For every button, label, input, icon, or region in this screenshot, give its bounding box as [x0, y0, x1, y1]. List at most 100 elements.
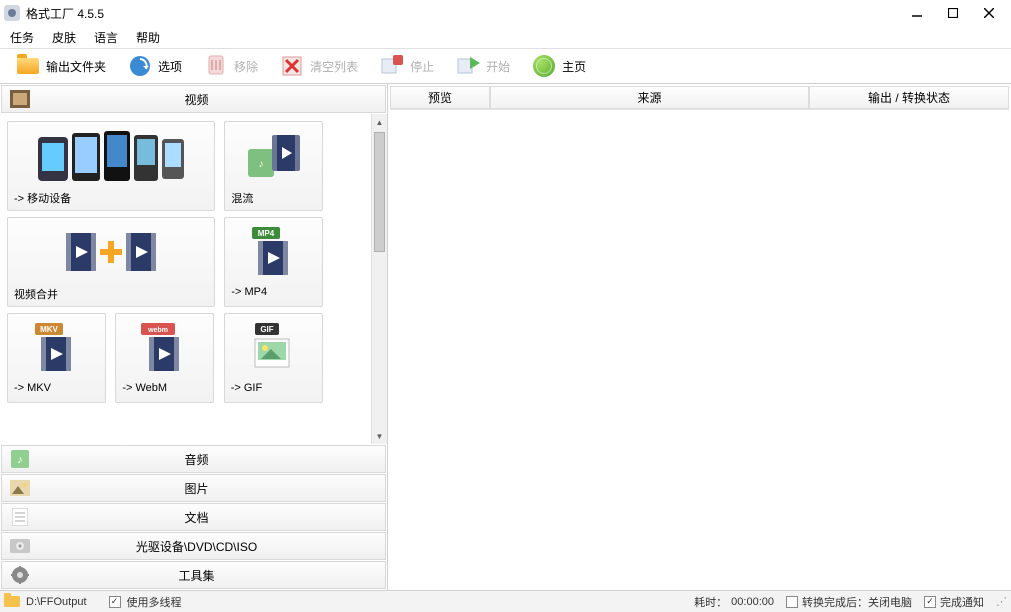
task-list-header: 预览 来源 输出 / 转换状态 — [390, 86, 1009, 110]
tile-mobile-device[interactable]: -> 移动设备 — [7, 121, 215, 211]
optical-category-icon — [8, 534, 32, 558]
options-button[interactable]: 选项 — [120, 52, 190, 80]
output-folder-label: 输出文件夹 — [46, 58, 106, 75]
minimize-button[interactable] — [905, 3, 929, 23]
menu-skin[interactable]: 皮肤 — [52, 29, 76, 46]
col-preview[interactable]: 预览 — [390, 86, 490, 109]
main-area: 视频 -> 移动设备 — [0, 84, 1011, 590]
scroll-down-icon: ▼ — [372, 428, 387, 444]
image-category-icon — [8, 476, 32, 500]
stop-icon — [380, 54, 404, 78]
status-folder-icon[interactable] — [4, 593, 20, 610]
tile-webm-label: -> WebM — [122, 382, 207, 394]
resize-grip[interactable]: ⋰ — [996, 595, 1007, 608]
video-grid: -> 移动设备 ♪ 混流 — [0, 114, 387, 444]
category-document-header[interactable]: 文档 — [1, 503, 386, 531]
maximize-button[interactable] — [941, 3, 965, 23]
home-label: 主页 — [562, 58, 586, 75]
home-button[interactable]: 主页 — [524, 52, 594, 80]
stop-label: 停止 — [410, 58, 434, 75]
start-label: 开始 — [486, 58, 510, 75]
document-category-icon — [8, 505, 32, 529]
finish-notify-label: 完成通知 — [940, 594, 984, 610]
statusbar: D:\FFOutput 使用多线程 耗时： 00:00:00 转换完成后：关闭电… — [0, 590, 1011, 612]
start-icon — [456, 54, 480, 78]
category-optical-header[interactable]: 光驱设备\DVD\CD\ISO — [1, 532, 386, 560]
gif-icon: GIF — [231, 318, 316, 378]
category-video-header[interactable]: 视频 — [1, 85, 386, 113]
category-video-label: 视频 — [38, 91, 385, 108]
close-button[interactable] — [977, 3, 1001, 23]
menu-language[interactable]: 语言 — [94, 29, 118, 46]
mkv-icon: MKV — [14, 318, 99, 378]
category-audio-label: 音频 — [38, 451, 385, 468]
start-button[interactable]: 开始 — [448, 52, 518, 80]
category-audio-header[interactable]: ♪ 音频 — [1, 445, 386, 473]
folder-icon — [16, 54, 40, 78]
multithread-checkbox[interactable] — [109, 596, 121, 608]
left-panel: 视频 -> 移动设备 — [0, 84, 388, 590]
tile-mobile-label: -> 移动设备 — [14, 190, 208, 206]
audio-category-icon: ♪ — [8, 447, 32, 471]
svg-text:MKV: MKV — [40, 325, 58, 334]
category-toolbox-header[interactable]: 工具集 — [1, 561, 386, 589]
tile-webm[interactable]: webm -> WebM — [115, 313, 214, 403]
window-title: 格式工厂 4.5.5 — [26, 5, 905, 22]
shutdown-checkbox[interactable] — [786, 596, 798, 608]
video-category-icon — [8, 87, 32, 111]
category-image-header[interactable]: 图片 — [1, 474, 386, 502]
tile-mkv-label: -> MKV — [14, 382, 99, 394]
toolbar: 输出文件夹 选项 移除 清空列表 停止 开始 主页 — [0, 48, 1011, 84]
app-icon — [4, 5, 20, 21]
tile-mux[interactable]: ♪ 混流 — [224, 121, 323, 211]
toolbox-category-icon — [8, 563, 32, 587]
category-image-label: 图片 — [38, 480, 385, 497]
tile-mux-label: 混流 — [231, 190, 316, 206]
webm-icon: webm — [122, 318, 207, 378]
mux-icon: ♪ — [231, 126, 316, 186]
tile-mp4-label: -> MP4 — [231, 286, 316, 298]
remove-button[interactable]: 移除 — [196, 52, 266, 80]
menu-task[interactable]: 任务 — [10, 29, 34, 46]
mp4-icon: MP4 — [231, 222, 316, 282]
status-output-path[interactable]: D:\FFOutput — [26, 596, 87, 608]
category-document-label: 文档 — [38, 509, 385, 526]
svg-text:webm: webm — [147, 327, 168, 334]
tile-mkv[interactable]: MKV -> MKV — [7, 313, 106, 403]
col-output[interactable]: 输出 / 转换状态 — [809, 86, 1009, 109]
finish-notify-checkbox[interactable] — [924, 596, 936, 608]
multithread-label: 使用多线程 — [127, 594, 182, 610]
tile-gif[interactable]: GIF -> GIF — [224, 313, 323, 403]
svg-text:MP4: MP4 — [258, 229, 275, 238]
output-folder-button[interactable]: 输出文件夹 — [8, 52, 114, 80]
options-icon — [128, 54, 152, 78]
menubar: 任务 皮肤 语言 帮助 — [0, 26, 1011, 48]
tile-merge-label: 视频合并 — [14, 286, 208, 302]
menu-help[interactable]: 帮助 — [136, 29, 160, 46]
category-optical-label: 光驱设备\DVD\CD\ISO — [38, 538, 385, 555]
elapsed-time: 00:00:00 — [731, 596, 774, 608]
scroll-thumb[interactable] — [374, 132, 385, 252]
mobile-device-icon — [14, 126, 208, 186]
elapsed-label: 耗时： — [694, 594, 727, 610]
col-source[interactable]: 来源 — [490, 86, 809, 109]
svg-text:♪: ♪ — [17, 454, 23, 466]
options-label: 选项 — [158, 58, 182, 75]
tile-mp4[interactable]: MP4 -> MP4 — [224, 217, 323, 307]
stop-button[interactable]: 停止 — [372, 52, 442, 80]
svg-text:♪: ♪ — [258, 159, 263, 170]
titlebar: 格式工厂 4.5.5 — [0, 0, 1011, 26]
clear-list-button[interactable]: 清空列表 — [272, 52, 366, 80]
scroll-up-icon: ▲ — [372, 114, 387, 130]
tile-video-merge[interactable]: 视频合并 — [7, 217, 215, 307]
video-grid-scrollbar[interactable]: ▲ ▼ — [371, 114, 387, 444]
merge-icon — [14, 222, 208, 282]
task-list-body[interactable] — [388, 110, 1011, 590]
remove-icon — [204, 54, 228, 78]
svg-text:GIF: GIF — [261, 325, 274, 334]
home-icon — [532, 54, 556, 78]
shutdown-label: 转换完成后：关闭电脑 — [802, 594, 912, 610]
category-stack: ♪ 音频 图片 文档 光驱设备\DVD\CD\ISO 工具集 — [0, 444, 387, 590]
tile-gif-label: -> GIF — [231, 382, 316, 394]
clear-label: 清空列表 — [310, 58, 358, 75]
